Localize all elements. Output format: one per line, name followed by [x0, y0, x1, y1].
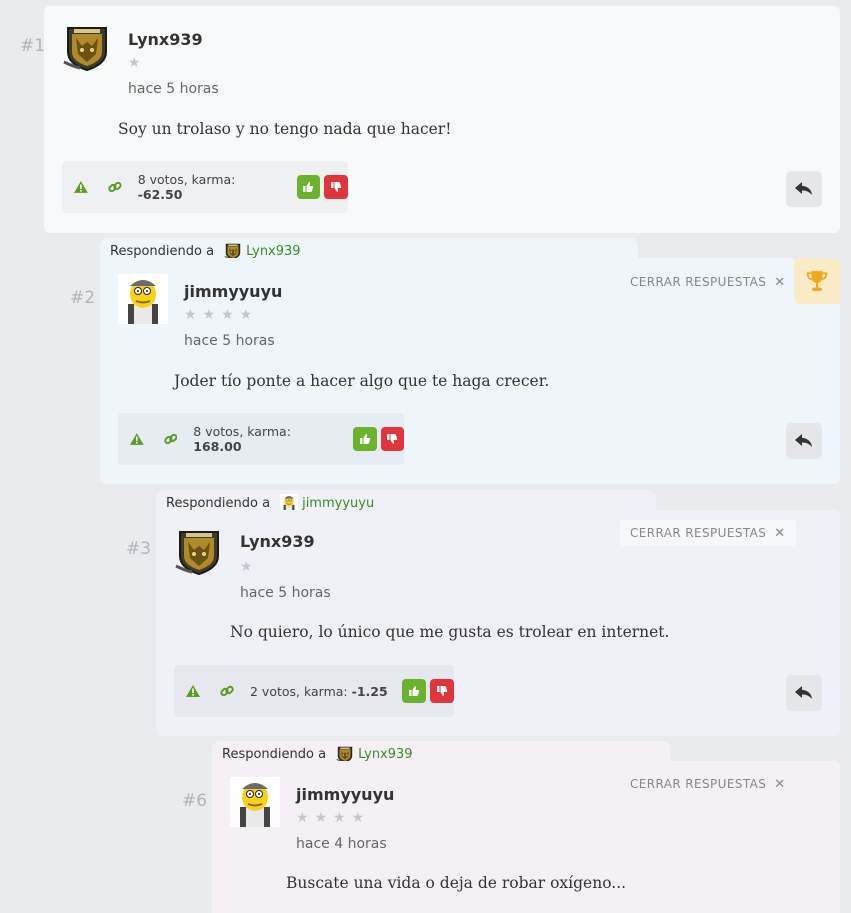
comment-number: #3	[126, 539, 152, 559]
avatar-fox-hound-icon[interactable]	[62, 22, 112, 72]
reply-arrow-icon	[795, 182, 813, 196]
timestamp[interactable]: hace 4 horas	[296, 836, 387, 852]
reply-arrow-icon	[795, 434, 813, 448]
close-replies-button[interactable]: CERRAR RESPUESTAS ✕	[620, 520, 796, 546]
comment-number: #2	[70, 288, 96, 308]
replying-to-label: Respondiendo a	[166, 495, 271, 511]
permalink-icon[interactable]	[164, 432, 178, 446]
comment-card: Lynx939 ★ hace 5 horas No quiero, lo úni…	[156, 510, 840, 736]
upvote-button[interactable]	[353, 427, 377, 451]
downvote-button[interactable]	[380, 427, 405, 451]
votes-summary: 8 votos, karma: 168.00	[193, 424, 339, 454]
downvote-button[interactable]	[429, 679, 454, 703]
thumbs-down-icon	[386, 433, 398, 445]
vote-bar: 8 votos, karma: -62.50	[62, 161, 348, 213]
comment-card: Lynx939 ★ hace 5 horas Soy un trolaso y …	[44, 6, 840, 233]
permalink-icon[interactable]	[108, 180, 122, 194]
username[interactable]: Lynx939	[240, 532, 315, 551]
close-replies-label: CERRAR RESPUESTAS	[630, 275, 767, 289]
vote-bar: 2 votos, karma: -1.25	[174, 665, 454, 717]
reply-button[interactable]	[786, 423, 822, 459]
username[interactable]: jimmyyuyu	[184, 282, 282, 301]
timestamp[interactable]: hace 5 horas	[128, 81, 219, 97]
comment-text: Joder tío ponte a hacer algo que te haga…	[174, 372, 550, 390]
rank-stars: ★★★★	[184, 307, 259, 323]
comment-number: #1	[20, 36, 46, 56]
trophy-badge	[794, 258, 840, 304]
reply-arrow-icon	[795, 686, 813, 700]
close-replies-button[interactable]: CERRAR RESPUESTAS ✕	[620, 269, 796, 295]
reply-button[interactable]	[786, 171, 822, 207]
username[interactable]: jimmyyuyu	[296, 785, 394, 804]
vote-bar: 8 votos, karma: 168.00	[118, 413, 405, 465]
thumbs-up-icon	[408, 685, 420, 697]
comment-card: jimmyyuyu ★★★★ hace 5 horas Joder tío po…	[100, 258, 840, 484]
replying-to-label: Respondiendo a	[222, 746, 327, 762]
rank-stars: ★	[128, 55, 147, 71]
thumbs-up-icon	[302, 181, 314, 193]
votes-summary: 2 votos, karma: -1.25	[250, 684, 388, 699]
close-icon: ✕	[774, 274, 786, 290]
avatar-fox-hound-icon[interactable]	[174, 526, 224, 576]
close-icon: ✕	[774, 776, 786, 792]
close-icon: ✕	[774, 525, 786, 541]
timestamp[interactable]: hace 5 horas	[240, 585, 331, 601]
report-warning-icon[interactable]	[74, 181, 88, 193]
rank-stars: ★	[240, 559, 259, 575]
comment-card: jimmyyuyu ★★★★ hace 4 horas Buscate una …	[212, 761, 840, 913]
replying-to-user[interactable]: Lynx939	[358, 747, 413, 762]
thumbs-down-icon	[330, 181, 342, 193]
karma-value: -1.25	[351, 683, 388, 699]
karma-value: 168.00	[193, 439, 242, 454]
avatar-moe-icon[interactable]	[230, 777, 280, 827]
comment-number: #6	[182, 791, 208, 811]
report-warning-icon[interactable]	[186, 685, 200, 697]
comment-text: No quiero, lo único que me gusta es trol…	[230, 623, 670, 641]
replying-to-user[interactable]: jimmyyuyu	[302, 496, 374, 511]
report-warning-icon[interactable]	[130, 433, 144, 445]
replying-to-label: Respondiendo a	[110, 243, 215, 259]
close-replies-label: CERRAR RESPUESTAS	[630, 777, 767, 791]
avatar-moe-icon[interactable]	[118, 274, 168, 324]
reply-button[interactable]	[786, 675, 822, 711]
upvote-button[interactable]	[296, 175, 321, 199]
timestamp[interactable]: hace 5 horas	[184, 333, 275, 349]
trophy-icon	[806, 270, 828, 292]
comment-text: Buscate una vida o deja de robar oxígeno…	[286, 874, 627, 892]
votes-count: 8 votos, karma:	[137, 172, 236, 187]
username[interactable]: Lynx939	[128, 30, 203, 49]
close-replies-label: CERRAR RESPUESTAS	[630, 526, 767, 540]
thumbs-up-icon	[359, 433, 371, 445]
votes-count: 2 votos, karma:	[250, 683, 348, 699]
replying-to-user[interactable]: Lynx939	[246, 244, 301, 259]
downvote-button[interactable]	[324, 175, 348, 199]
thumbs-down-icon	[436, 685, 448, 697]
votes-summary: 8 votos, karma: -62.50	[138, 172, 283, 202]
permalink-icon[interactable]	[220, 684, 234, 698]
karma-value: -62.50	[137, 187, 183, 202]
rank-stars: ★★★★	[296, 810, 371, 826]
comment-text: Soy un trolaso y no tengo nada que hacer…	[118, 120, 452, 138]
votes-count: 8 votos, karma:	[193, 424, 291, 439]
upvote-button[interactable]	[401, 679, 426, 703]
close-replies-button[interactable]: CERRAR RESPUESTAS ✕	[620, 771, 796, 797]
